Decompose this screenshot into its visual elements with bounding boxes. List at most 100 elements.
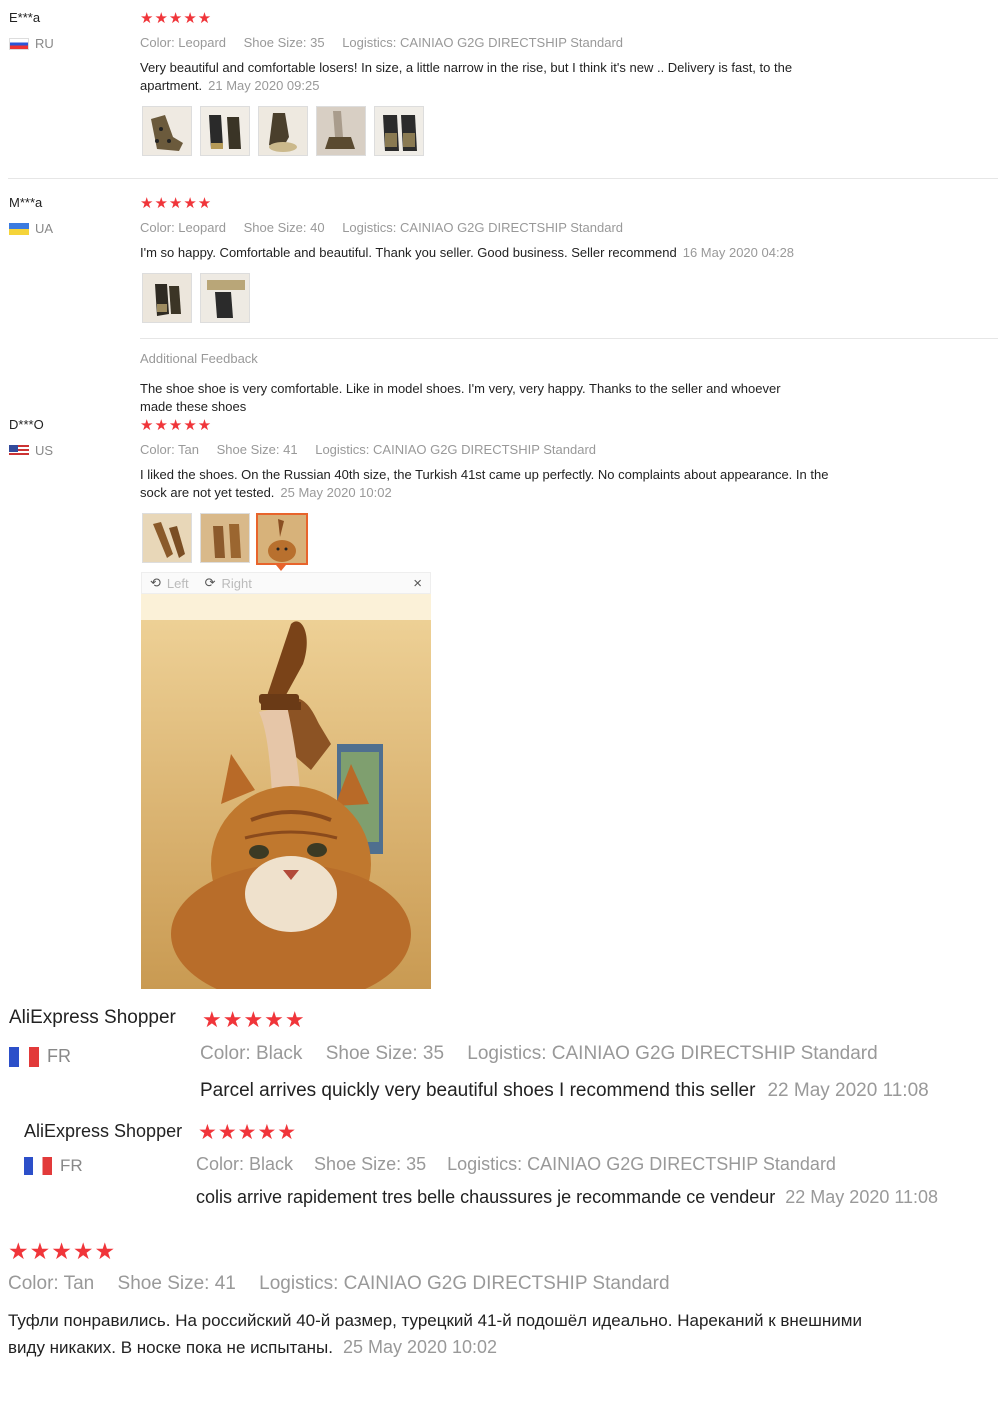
close-icon[interactable]: × [413, 575, 422, 592]
review-photo-thumb[interactable] [200, 273, 250, 323]
review-text-line: apartment. [140, 78, 203, 93]
flag-us-icon [9, 444, 29, 457]
logistics-attr: Logistics: CAINIAO G2G DIRECTSHIP Standa… [315, 442, 597, 457]
review-text-line: I liked the shoes. On the Russian 40th s… [140, 467, 829, 482]
country-code: UA [35, 221, 54, 236]
shoe-photo-icon [375, 107, 423, 155]
reviewer-country: FR [24, 1156, 83, 1176]
country-code: RU [35, 36, 54, 51]
review-meta: Color: Tan Shoe Size: 41 Logistics: CAIN… [8, 1273, 688, 1295]
review-text-line: sock are not yet tested. [140, 485, 275, 500]
additional-feedback-text: The shoe shoe is very comfortable. Like … [140, 380, 920, 416]
review-date: 25 May 2020 10:02 [342, 1337, 498, 1357]
logistics-attr: Logistics: CAINIAO G2G DIRECTSHIP Standa… [342, 220, 624, 235]
review-photo-thumb[interactable] [142, 513, 192, 563]
review-photo-thumb[interactable] [374, 106, 424, 156]
review-date: 21 May 2020 09:25 [208, 78, 320, 93]
review-photo-thumb[interactable] [142, 106, 192, 156]
rotate-left-icon[interactable]: ⟲ [150, 575, 161, 591]
cat-photo-icon [258, 515, 306, 563]
size-attr: Shoe Size: 35 [314, 1154, 427, 1174]
reviewer-name: E***a [9, 10, 41, 25]
review-photo-thumb[interactable] [316, 106, 366, 156]
review-date: 16 May 2020 04:28 [682, 245, 795, 260]
color-attr: Color: Black [196, 1154, 294, 1174]
reviewer-country: RU [9, 36, 54, 51]
reviewer-name: M***a [9, 195, 43, 210]
review-divider [140, 338, 998, 339]
color-attr: Color: Tan [8, 1273, 95, 1294]
review-meta: Color: Leopard Shoe Size: 35 Logistics: … [140, 35, 637, 50]
star-rating: ★★★★★ [8, 1238, 117, 1264]
flag-ua-icon [9, 222, 29, 235]
review-text: Very beautiful and comfortable losers! I… [140, 59, 900, 95]
color-attr: Color: Black [200, 1043, 303, 1064]
shoe-photo-icon [259, 107, 307, 155]
review-meta: Color: Black Shoe Size: 35 Logistics: CA… [200, 1043, 896, 1065]
review-divider [8, 178, 998, 179]
color-attr: Color: Leopard [140, 220, 226, 235]
logistics-attr: Logistics: CAINIAO G2G DIRECTSHIP Standa… [467, 1043, 878, 1064]
review-text-line: made these shoes [140, 399, 247, 414]
review-date: 22 May 2020 11:08 [767, 1080, 929, 1101]
reviewer-name: AliExpress Shopper [24, 1121, 183, 1141]
reviewer-name: AliExpress Shopper [9, 1007, 176, 1028]
review-text: I'm so happy. Comfortable and beautiful.… [140, 244, 920, 262]
shoe-photo-icon [201, 274, 249, 322]
review-photo-thumb[interactable] [142, 273, 192, 323]
color-attr: Color: Leopard [140, 35, 226, 50]
additional-feedback-label: Additional Feedback [140, 351, 258, 366]
selected-pointer-icon [276, 565, 286, 571]
cat-with-shoes-photo-icon [141, 594, 431, 989]
review-text: I liked the shoes. On the Russian 40th s… [140, 466, 920, 502]
review-text-line: The shoe shoe is very comfortable. Like … [140, 381, 781, 396]
shoe-photo-icon [317, 107, 365, 155]
review-text-line: Туфли понравились. На российский 40-й ра… [8, 1311, 862, 1330]
enlarged-review-photo [141, 594, 431, 989]
flag-ru-icon [9, 37, 29, 50]
shoe-photo-icon [201, 107, 249, 155]
review-text-line: colis arrive rapidement tres belle chaus… [196, 1187, 776, 1207]
logistics-attr: Logistics: CAINIAO G2G DIRECTSHIP Standa… [342, 35, 624, 50]
review-meta: Color: Leopard Shoe Size: 40 Logistics: … [140, 220, 637, 235]
shoe-photo-icon [143, 514, 191, 562]
star-rating: ★★★★★ [140, 417, 213, 434]
rotate-left-button[interactable]: Left [167, 576, 189, 591]
reviewer-name: D***O [9, 417, 44, 432]
star-rating: ★★★★★ [202, 1007, 306, 1032]
flag-fr-icon [24, 1157, 52, 1175]
photo-viewer-toolbar: ⟲ Left ⟳ Right × [141, 572, 431, 594]
country-code: FR [60, 1156, 83, 1175]
review-photo-thumb[interactable] [200, 513, 250, 563]
review-photo-thumb[interactable] [258, 106, 308, 156]
size-attr: Shoe Size: 35 [325, 1043, 445, 1064]
shoe-photo-icon [201, 514, 249, 562]
logistics-attr: Logistics: CAINIAO G2G DIRECTSHIP Standa… [259, 1273, 670, 1294]
review-text-line: I'm so happy. Comfortable and beautiful.… [140, 245, 677, 260]
country-code: FR [47, 1046, 71, 1066]
review-meta: Color: Tan Shoe Size: 41 Logistics: CAIN… [140, 442, 610, 457]
flag-fr-icon [9, 1046, 39, 1067]
reviewer-country: UA [9, 221, 53, 236]
reviewer-country: FR [9, 1046, 71, 1067]
review-text-line: Parcel arrives quickly very beautiful sh… [200, 1080, 756, 1101]
rotate-right-icon[interactable]: ⟳ [205, 575, 216, 591]
review-text-line: Very beautiful and comfortable losers! I… [140, 60, 793, 75]
review-text: Parcel arrives quickly very beautiful sh… [200, 1080, 929, 1102]
review-meta: Color: Black Shoe Size: 35 Logistics: CA… [196, 1154, 836, 1175]
size-attr: Shoe Size: 40 [243, 220, 325, 235]
size-attr: Shoe Size: 35 [243, 35, 325, 50]
review-date: 22 May 2020 11:08 [785, 1187, 939, 1207]
review-text: colis arrive rapidement tres belle chaus… [196, 1187, 938, 1208]
star-rating: ★★★★★ [198, 1121, 298, 1144]
star-rating: ★★★★★ [140, 195, 213, 212]
country-code: US [35, 443, 54, 458]
review-text: Туфли понравились. На российский 40-й ра… [8, 1308, 998, 1361]
size-attr: Shoe Size: 41 [216, 442, 298, 457]
shoe-photo-icon [143, 107, 191, 155]
review-photo-thumb-selected[interactable] [256, 513, 308, 565]
review-photo-thumb[interactable] [200, 106, 250, 156]
review-text-line: виду никаких. В носке пока не испытаны. [8, 1338, 333, 1357]
rotate-right-button[interactable]: Right [222, 576, 252, 591]
shoe-photo-icon [143, 274, 191, 322]
